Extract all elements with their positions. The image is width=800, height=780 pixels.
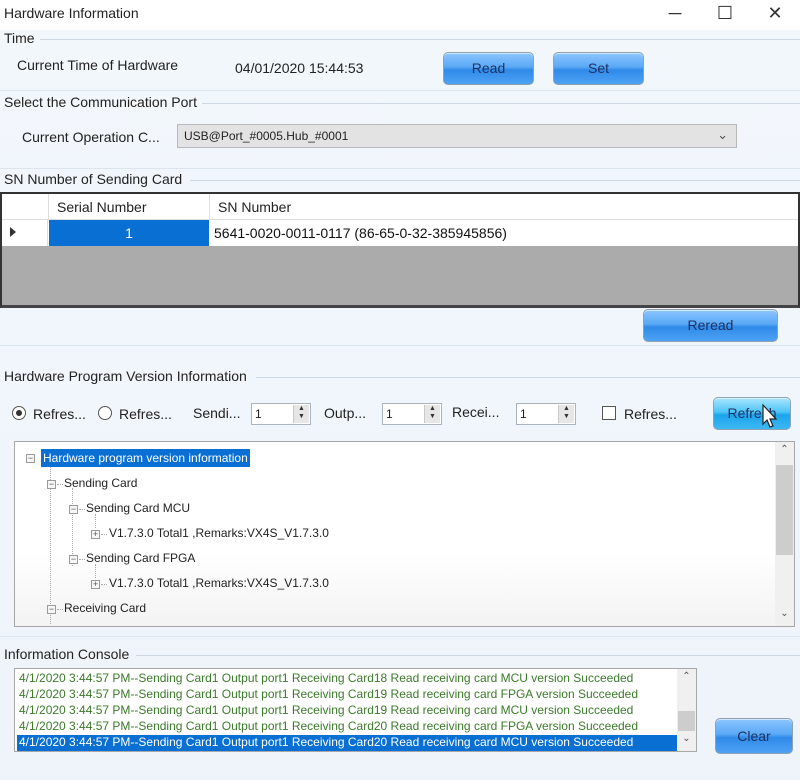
divider xyxy=(0,168,800,169)
refresh-option-radio-2[interactable] xyxy=(98,406,112,420)
output-port-label: Outp... xyxy=(324,405,367,421)
console-scrollbar[interactable]: ⌃ ⌄ xyxy=(677,669,696,751)
divider xyxy=(0,636,800,637)
receiving-card-value: 1 xyxy=(520,407,527,421)
collapse-icon[interactable]: − xyxy=(26,454,35,463)
minimize-button[interactable]: ─ xyxy=(655,2,695,26)
clear-button[interactable]: Clear xyxy=(715,718,793,754)
output-port-stepper[interactable]: 1 ▲ ▼ xyxy=(382,403,442,425)
refresh-checkbox-label: Refres... xyxy=(624,406,677,422)
sending-card-label: Sendi... xyxy=(193,405,241,421)
column-header-sn[interactable]: SN Number xyxy=(210,194,798,220)
version-group-divider xyxy=(256,377,800,378)
stepper-arrows-icon[interactable]: ▲ ▼ xyxy=(558,405,574,423)
tree-line xyxy=(79,559,85,560)
current-time-value: 04/01/2020 15:44:53 xyxy=(235,60,364,76)
stepper-arrows-icon[interactable]: ▲ ▼ xyxy=(424,405,440,423)
tree-line xyxy=(79,509,85,510)
console-line[interactable]: 4/1/2020 3:44:57 PM--Sending Card1 Outpu… xyxy=(17,687,678,703)
console-group-label: Information Console xyxy=(4,646,130,662)
information-console[interactable]: 4/1/2020 3:44:57 PM--Sending Card1 Outpu… xyxy=(14,668,697,752)
tree-line xyxy=(57,609,63,610)
sn-group-divider xyxy=(190,180,800,181)
row-header[interactable] xyxy=(2,220,48,246)
current-time-label: Current Time of Hardware xyxy=(17,57,179,73)
tree-node-mcu-version[interactable]: V1.7.3.0 Total1 ,Remarks:VX4S_V1.7.3.0 xyxy=(109,526,329,540)
refresh-button[interactable]: Refresh xyxy=(713,397,791,430)
scroll-up-icon[interactable]: ⌃ xyxy=(775,444,794,460)
close-button[interactable]: ✕ xyxy=(755,2,795,26)
sending-card-value: 1 xyxy=(255,407,262,421)
serial-number-cell[interactable]: 1 xyxy=(49,220,209,246)
console-line[interactable]: 4/1/2020 3:44:57 PM--Sending Card1 Outpu… xyxy=(17,671,678,687)
row-header-corner xyxy=(2,194,49,220)
console-group-divider xyxy=(136,655,800,656)
maximize-icon: ☐ xyxy=(716,3,734,23)
version-tree[interactable]: − Hardware program version information −… xyxy=(14,441,795,627)
console-line-selected[interactable]: 4/1/2020 3:44:57 PM--Sending Card1 Outpu… xyxy=(17,735,678,751)
collapse-icon[interactable]: − xyxy=(47,605,56,614)
output-port-value: 1 xyxy=(386,407,393,421)
time-group-divider xyxy=(40,39,800,40)
tree-node-sending-card-mcu[interactable]: Sending Card MCU xyxy=(86,501,190,515)
sn-table: Serial Number SN Number 1 5641-0020-0011… xyxy=(0,192,800,308)
refresh-option-radio-1[interactable] xyxy=(12,406,26,420)
window-title: Hardware Information xyxy=(4,5,139,21)
close-icon: ✕ xyxy=(767,3,783,23)
receiving-card-label: Recei... xyxy=(452,404,500,420)
expand-icon[interactable]: + xyxy=(91,580,100,589)
communication-port-select[interactable]: USB@Port_#0005.Hub_#0001 ⌄ xyxy=(177,124,737,148)
tree-line xyxy=(95,514,96,528)
divider xyxy=(0,90,800,91)
port-group-divider xyxy=(202,103,800,104)
console-line[interactable]: 4/1/2020 3:44:57 PM--Sending Card1 Outpu… xyxy=(17,719,678,735)
sending-card-stepper[interactable]: 1 ▲ ▼ xyxy=(251,403,311,425)
tree-node-root[interactable]: Hardware program version information xyxy=(41,449,250,467)
stepper-arrows-icon[interactable]: ▲ ▼ xyxy=(293,405,309,423)
scroll-up-icon[interactable]: ⌃ xyxy=(677,671,696,687)
refresh-checkbox[interactable] xyxy=(602,406,616,420)
tree-node-receiving-card[interactable]: Receiving Card xyxy=(64,601,146,615)
tree-line xyxy=(95,564,96,578)
version-group-label: Hardware Program Version Information xyxy=(4,368,247,384)
collapse-icon[interactable]: − xyxy=(47,480,56,489)
scroll-down-icon[interactable]: ⌄ xyxy=(775,608,794,624)
collapse-icon[interactable]: − xyxy=(69,505,78,514)
minimize-icon: ─ xyxy=(668,3,682,23)
tree-node-sending-card[interactable]: Sending Card xyxy=(64,476,137,490)
tree-node-fpga-version[interactable]: V1.7.3.0 Total1 ,Remarks:VX4S_V1.7.3.0 xyxy=(109,576,329,590)
current-row-arrow-icon xyxy=(10,227,16,237)
console-line[interactable]: 4/1/2020 3:44:57 PM--Sending Card1 Outpu… xyxy=(17,703,678,719)
reread-button[interactable]: Reread xyxy=(643,309,778,342)
tree-node-sending-card-fpga[interactable]: Sending Card FPGA xyxy=(86,551,195,565)
tree-line xyxy=(101,584,107,585)
refresh-option-label-2: Refres... xyxy=(119,406,172,422)
port-group-label: Select the Communication Port xyxy=(4,94,197,110)
sn-group-label: SN Number of Sending Card xyxy=(4,171,183,187)
time-group-label: Time xyxy=(4,30,35,46)
title-bar: Hardware Information ─ ☐ ✕ xyxy=(0,0,800,30)
table-row[interactable]: 1 5641-0020-0011-0117 (86-65-0-32-385945… xyxy=(2,220,798,246)
maximize-button[interactable]: ☐ xyxy=(705,2,745,26)
tree-line xyxy=(57,484,63,485)
sn-number-cell[interactable]: 5641-0020-0011-0117 (86-65-0-32-38594585… xyxy=(210,220,511,246)
tree-scrollbar[interactable]: ⌃ ⌄ xyxy=(775,442,794,626)
tree-line xyxy=(101,534,107,535)
read-button[interactable]: Read xyxy=(443,52,534,85)
set-button[interactable]: Set xyxy=(553,52,644,85)
selected-port-value: USB@Port_#0005.Hub_#0001 xyxy=(184,129,349,143)
collapse-icon[interactable]: − xyxy=(69,555,78,564)
column-header-serial[interactable]: Serial Number xyxy=(49,194,210,220)
current-operation-label: Current Operation C... xyxy=(22,129,160,145)
scrollbar-thumb[interactable] xyxy=(678,711,695,731)
receiving-card-stepper[interactable]: 1 ▲ ▼ xyxy=(516,403,576,425)
table-header: Serial Number SN Number xyxy=(2,194,798,220)
expand-icon[interactable]: + xyxy=(91,530,100,539)
scrollbar-thumb[interactable] xyxy=(776,465,793,555)
chevron-down-icon: ⌄ xyxy=(717,127,728,142)
scroll-down-icon[interactable]: ⌄ xyxy=(677,733,696,749)
refresh-option-label-1: Refres... xyxy=(33,406,86,422)
divider xyxy=(0,345,800,346)
